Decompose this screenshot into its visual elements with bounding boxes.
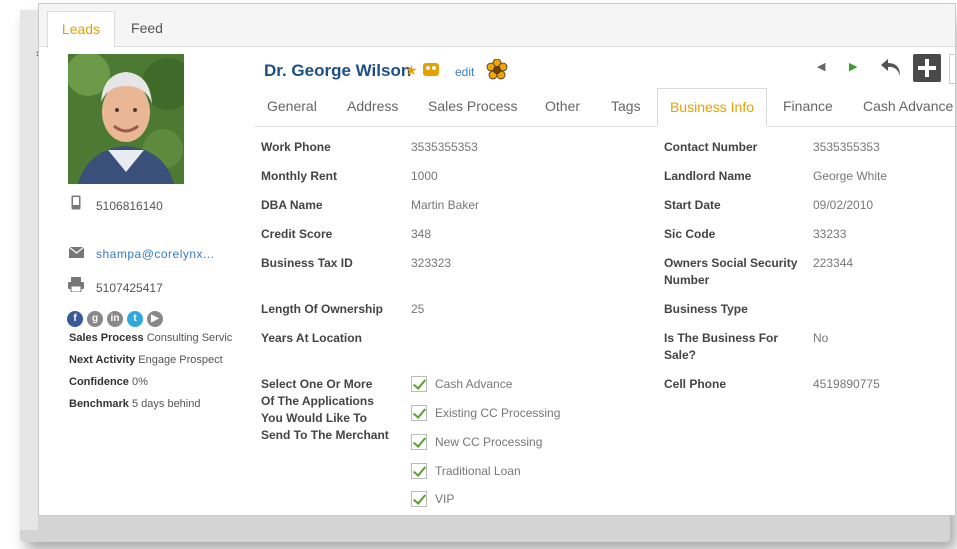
field-label-applications: Select One Or More Of The Applications Y… [261, 377, 389, 442]
phone-row: 5106816140 [68, 195, 163, 213]
tab-cash-advance[interactable]: Cash Advance [863, 88, 953, 125]
field-value-landlord-name: George White [813, 169, 888, 183]
add-icon[interactable] [913, 54, 941, 87]
checkbox-existing-cc-processing[interactable]: Existing CC Processing [411, 405, 560, 421]
email-icon [68, 246, 84, 261]
tab-finance[interactable]: Finance [783, 88, 833, 125]
check-icon[interactable] [411, 434, 427, 450]
field-label-monthly-rent: Monthly Rent [261, 169, 337, 183]
field-value-owners-ssn: 223344 [813, 256, 854, 270]
field-value-work-phone: 3535355353 [411, 140, 478, 154]
check-icon[interactable] [411, 463, 427, 479]
header-icons: ★ [405, 62, 440, 79]
youtube-icon[interactable]: ▶ [147, 311, 163, 327]
field-value-length-of-ownership: 25 [411, 302, 425, 316]
tab-other[interactable]: Other [545, 88, 580, 125]
phone-icon [68, 195, 84, 213]
confidence-row: Confidence 0% [69, 376, 148, 388]
tab-business-info[interactable]: Business Info [657, 88, 767, 127]
linkedin-icon[interactable]: in [107, 311, 123, 327]
check-icon[interactable] [411, 376, 427, 392]
undo-icon[interactable] [879, 56, 903, 83]
field-value-contact-number: 3535355353 [813, 140, 880, 154]
fax-number: 5107425417 [96, 281, 163, 295]
star-icon[interactable]: ★ [405, 62, 418, 78]
field-label-cell-phone: Cell Phone [664, 377, 727, 391]
toolbar-edge [949, 54, 955, 84]
phone-number: 5106816140 [96, 199, 163, 213]
field-value-monthly-rent: 1000 [411, 169, 438, 183]
checkbox-vip[interactable]: VIP [411, 491, 454, 507]
email-row: shampa@corelynx... [68, 246, 215, 261]
sales-process-row: Sales Process Consulting Servic [69, 332, 232, 344]
fax-row: 5107425417 [68, 277, 163, 295]
sales-process-value: Consulting Servic [146, 332, 233, 344]
field-label-landlord-name: Landlord Name [664, 169, 752, 183]
field-value-sic-code: 33233 [813, 227, 847, 241]
next-activity-label: Next Activity [69, 354, 136, 366]
next-activity-value: Engage Prospect [138, 354, 223, 366]
checkbox-traditional-loan[interactable]: Traditional Loan [411, 463, 521, 479]
tab-address[interactable]: Address [347, 88, 398, 125]
side-strip: › [20, 10, 48, 530]
owl-icon[interactable] [423, 63, 440, 76]
checkbox-label: Traditional Loan [435, 464, 521, 478]
checkbox-label: Existing CC Processing [435, 406, 561, 420]
field-label-business-type: Business Type [664, 302, 748, 316]
field-value-start-date: 09/02/2010 [813, 198, 874, 212]
tab-general[interactable]: General [267, 88, 317, 125]
benchmark-row: Benchmark 5 days behind [69, 398, 200, 410]
field-label-business-tax-id: Business Tax ID [261, 256, 353, 270]
twitter-icon[interactable]: t [127, 311, 143, 327]
flower-icon[interactable] [486, 58, 508, 86]
checkbox-cash-advance[interactable]: Cash Advance [411, 376, 512, 392]
printer-icon [68, 277, 84, 295]
check-icon[interactable] [411, 491, 427, 507]
email-link[interactable]: shampa@corelynx... [96, 247, 215, 261]
field-label-length-of-ownership: Length Of Ownership [261, 302, 383, 316]
prev-arrow-icon[interactable]: ◀ [817, 60, 825, 73]
edit-link[interactable]: edit [455, 65, 474, 79]
benchmark-label: Benchmark [69, 398, 129, 410]
tab-tags[interactable]: Tags [611, 88, 641, 125]
field-value-cell-phone: 4519890775 [813, 377, 880, 391]
checkbox-new-cc-processing[interactable]: New CC Processing [411, 434, 542, 450]
checkbox-label: New CC Processing [435, 435, 543, 449]
facebook-icon[interactable]: f [67, 311, 83, 327]
social-links: f g in t ▶ [67, 308, 167, 327]
field-value-credit-score: 348 [411, 227, 432, 241]
field-label-owners-ssn: Owners Social Security Number [664, 256, 798, 287]
section-tab-bar: General Address Sales Process Other Tags… [255, 88, 955, 127]
field-label-work-phone: Work Phone [261, 140, 331, 154]
field-label-business-for-sale: Is The Business For Sale? [664, 331, 779, 362]
field-value-dba-name: Martin Baker [411, 198, 480, 212]
check-icon[interactable] [411, 405, 427, 421]
tab-leads[interactable]: Leads [47, 11, 115, 48]
next-arrow-icon[interactable]: ▶ [849, 60, 857, 73]
field-label-credit-score: Credit Score [261, 227, 333, 241]
checkbox-label: Cash Advance [435, 377, 513, 391]
tab-sales-process[interactable]: Sales Process [428, 88, 517, 125]
field-label-dba-name: DBA Name [261, 198, 323, 212]
lead-window: Leads Feed 5106816140 shampa@corelynx... [38, 3, 956, 516]
field-label-years-at-location: Years At Location [261, 331, 362, 345]
tab-feed[interactable]: Feed [117, 11, 177, 46]
field-value-business-tax-id: 323323 [411, 256, 452, 270]
avatar [68, 54, 184, 184]
field-label-start-date: Start Date [664, 198, 721, 212]
google-icon[interactable]: g [87, 311, 103, 327]
checkbox-label: VIP [435, 492, 455, 506]
field-label-contact-number: Contact Number [664, 140, 758, 154]
benchmark-value: 5 days behind [131, 398, 201, 410]
field-value-business-for-sale: No [813, 331, 829, 345]
sales-process-label: Sales Process [69, 332, 144, 344]
top-tab-bar: Leads Feed [39, 4, 955, 48]
confidence-value: 0% [131, 376, 148, 388]
confidence-label: Confidence [69, 376, 129, 388]
next-activity-row: Next Activity Engage Prospect [69, 354, 223, 366]
field-label-sic-code: Sic Code [664, 227, 716, 241]
page-title: Dr. George Wilson [264, 61, 412, 80]
